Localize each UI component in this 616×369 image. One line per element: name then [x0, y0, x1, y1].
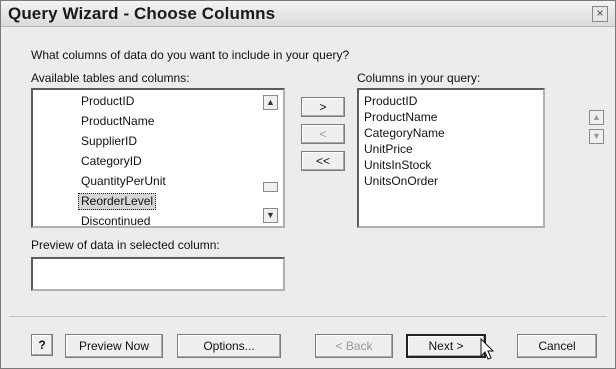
scroll-down-icon[interactable]: ▼: [263, 208, 278, 223]
available-columns-label: Available tables and columns:: [31, 71, 190, 85]
question-text: What columns of data do you want to incl…: [31, 48, 350, 62]
available-column-item[interactable]: CategoryID: [81, 154, 142, 169]
available-column-item[interactable]: QuantityPerUnit: [81, 174, 166, 189]
next-button[interactable]: Next >: [406, 334, 486, 358]
move-up-icon[interactable]: ▲: [589, 110, 604, 125]
help-button[interactable]: ?: [31, 334, 53, 356]
query-column-item[interactable]: UnitsOnOrder: [364, 174, 438, 189]
available-column-item-selected[interactable]: ReorderLevel: [78, 193, 157, 210]
query-column-item[interactable]: ProductID: [364, 94, 417, 109]
close-icon[interactable]: ×: [592, 6, 608, 22]
query-column-item[interactable]: CategoryName: [364, 126, 445, 141]
available-column-item[interactable]: ProductName: [81, 114, 154, 129]
preview-field: [31, 257, 285, 291]
title-bar: Query Wizard - Choose Columns ×: [1, 1, 615, 27]
remove-all-columns-button[interactable]: <<: [301, 151, 345, 171]
scroll-up-icon[interactable]: ▲: [263, 95, 278, 110]
available-column-item[interactable]: Discontinued: [81, 214, 150, 229]
query-columns-label: Columns in your query:: [357, 71, 481, 85]
scrollbar-thumb[interactable]: [263, 182, 278, 192]
cancel-button[interactable]: Cancel: [517, 334, 597, 358]
back-button[interactable]: < Back: [315, 334, 393, 358]
options-button[interactable]: Options...: [177, 334, 281, 358]
query-column-item[interactable]: UnitPrice: [364, 142, 413, 157]
move-down-icon[interactable]: ▼: [589, 129, 604, 144]
separator: [9, 316, 607, 317]
add-column-button[interactable]: >: [301, 97, 345, 117]
pointer-arrow-icon: [480, 338, 495, 360]
remove-column-button[interactable]: <: [301, 124, 345, 144]
preview-label: Preview of data in selected column:: [31, 238, 220, 252]
query-column-item[interactable]: ProductName: [364, 110, 437, 125]
available-column-item[interactable]: ProductID: [81, 94, 134, 109]
query-column-item[interactable]: UnitsInStock: [364, 158, 431, 173]
query-wizard-dialog: Query Wizard - Choose Columns × What col…: [0, 0, 616, 369]
preview-now-button[interactable]: Preview Now: [65, 334, 163, 358]
query-columns-list[interactable]: ProductID ProductName CategoryName UnitP…: [357, 88, 545, 228]
dialog-title: Query Wizard - Choose Columns: [8, 4, 276, 23]
available-column-item[interactable]: SupplierID: [81, 134, 137, 149]
available-columns-list[interactable]: ProductID ProductName SupplierID Categor…: [31, 88, 285, 228]
